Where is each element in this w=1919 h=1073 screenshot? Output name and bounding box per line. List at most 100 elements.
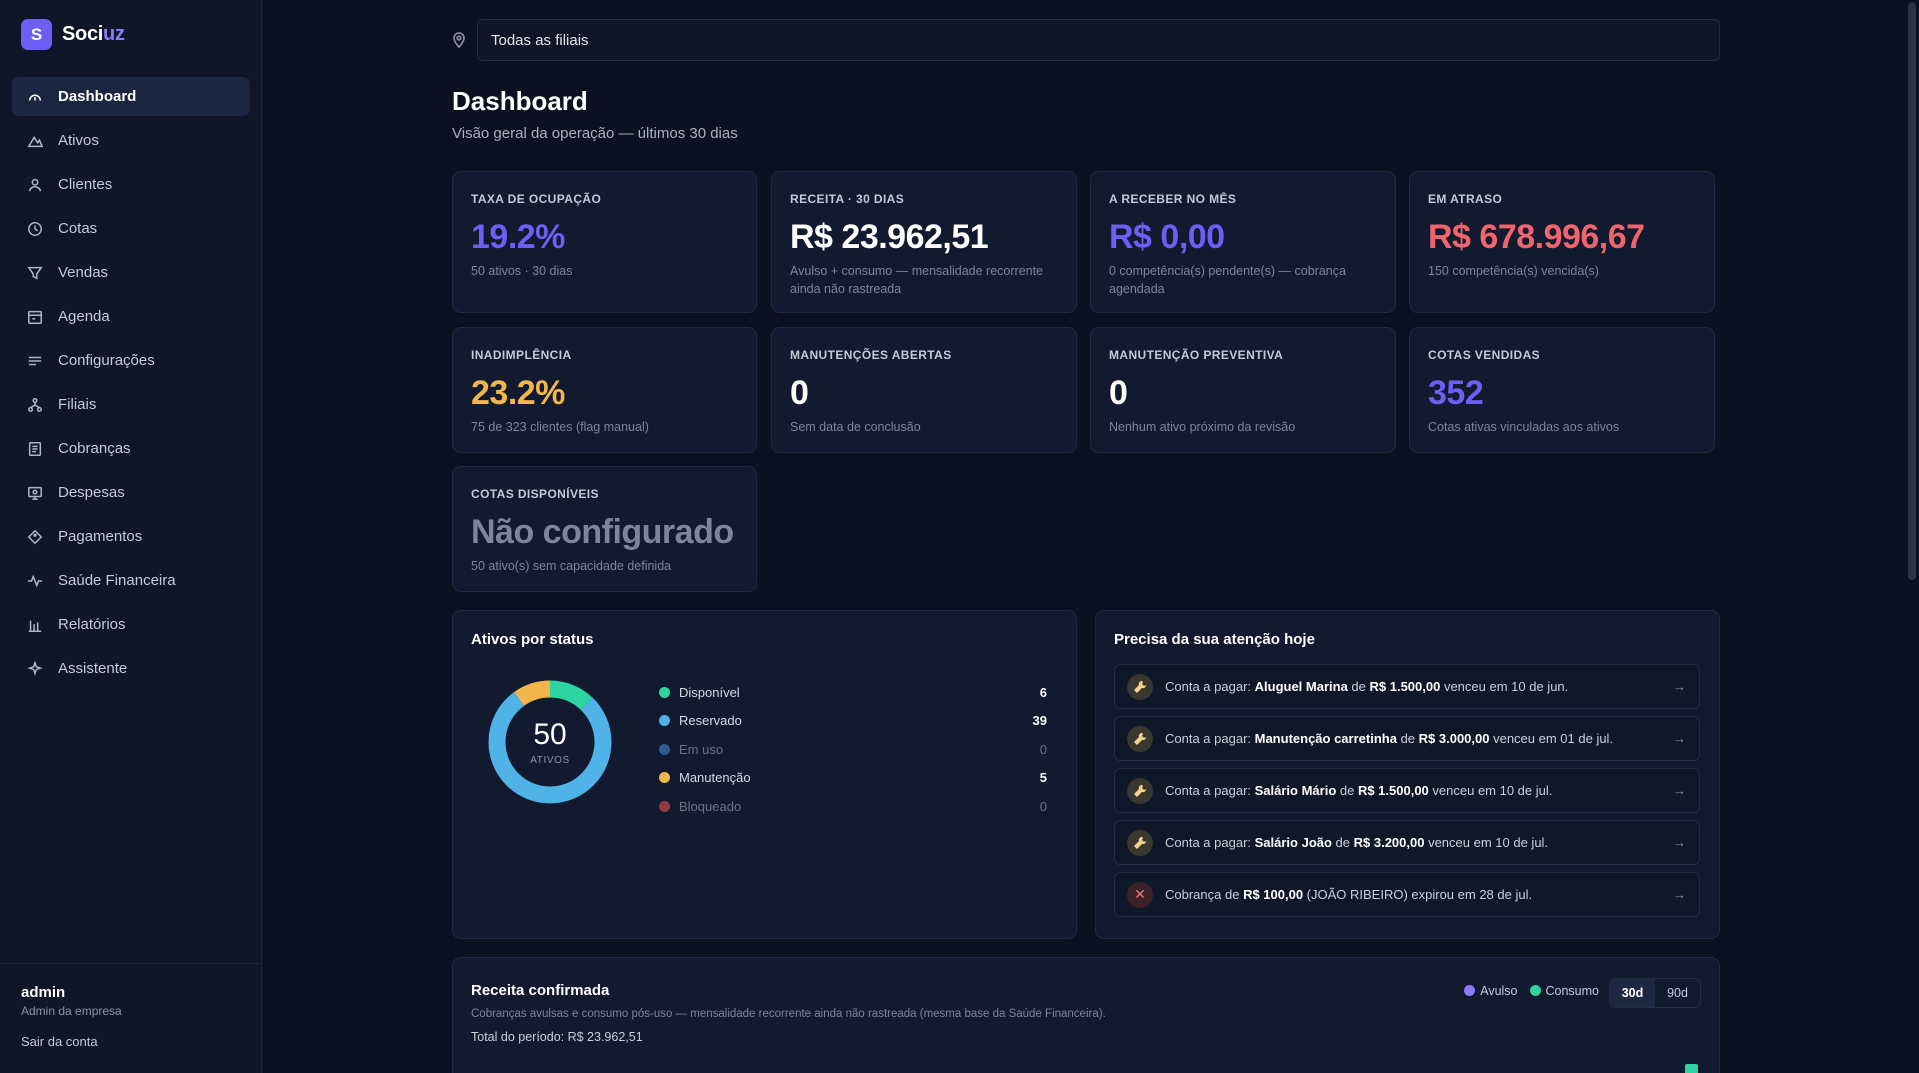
kpi-card: A RECEBER NO MÊS R$ 0,00 0 competência(s) … xyxy=(1090,171,1396,313)
revenue-bar xyxy=(1685,1064,1698,1073)
legend-dot xyxy=(659,686,670,698)
calendar-icon xyxy=(26,308,44,326)
sidebar-item-despesas[interactable]: Despesas xyxy=(12,473,250,512)
status-legend: Disponível 6 Reservado 39 Em uso 0 Manutenção 5… xyxy=(659,678,1047,821)
legend-dot xyxy=(659,715,670,727)
arrow-right-icon: → xyxy=(1673,835,1686,850)
legend-label: Em uso xyxy=(679,741,724,757)
sidebar: S Sociuz Dashboard Ativos Clientes Cotas Ven… xyxy=(0,0,262,1073)
sidebar-item-cotas[interactable]: Cotas xyxy=(12,209,250,248)
sidebar-item-agenda[interactable]: Agenda xyxy=(12,297,250,336)
kpi-description: Cotas ativas vinculadas aos ativos xyxy=(1428,420,1620,434)
kpi-description: Avulso + consumo — mensalidade recorrent… xyxy=(790,264,1044,296)
sidebar-item-relatorios[interactable]: Relatórios xyxy=(12,605,250,644)
sidebar-item-label: Configurações xyxy=(58,352,155,369)
attention-item[interactable]: ✕ Cobrança de R$ 100,00 (JOÃO RIBEIRO) ex… xyxy=(1114,872,1700,917)
attention-text: Conta a pagar: Aluguel Marina de R$ 1.50… xyxy=(1165,679,1569,694)
sidebar-item-label: Vendas xyxy=(58,264,109,281)
sidebar-item-label: Ativos xyxy=(58,132,99,149)
legend-value: 5 xyxy=(1039,770,1047,786)
arrow-right-icon: → xyxy=(1673,887,1686,902)
kpi-value: R$ 0,00 xyxy=(1109,218,1225,256)
attention-item[interactable]: Conta a pagar: Manutenção carretinha de … xyxy=(1114,716,1700,761)
page-subtitle: Visão geral da operação — últimos 30 dia… xyxy=(452,125,738,142)
legend-label: Disponível xyxy=(679,684,740,700)
legend-item: Bloqueado 0 xyxy=(659,792,1047,821)
sidebar-item-clientes[interactable]: Clientes xyxy=(12,165,250,204)
kpi-label: COTAS VENDIDAS xyxy=(1428,348,1541,362)
kpi-description: 0 competência(s) pendente(s) — cobrança … xyxy=(1109,264,1346,296)
network-icon xyxy=(26,396,44,414)
kpi-card: RECEITA · 30 DIAS R$ 23.962,51 Avulso + co… xyxy=(771,171,1077,313)
legend-dot xyxy=(659,800,670,812)
kpi-value: R$ 23.962,51 xyxy=(790,218,989,256)
range-button-90d[interactable]: 90d xyxy=(1655,979,1700,1007)
sidebar-item-pagamentos[interactable]: Pagamentos xyxy=(12,517,250,556)
legend-item: Reservado 39 xyxy=(659,707,1047,736)
sidebar-item-label: Clientes xyxy=(58,176,113,193)
kpi-description: 50 ativos · 30 dias xyxy=(471,264,573,278)
legend-label: Reservado xyxy=(679,713,742,729)
sidebar-item-saude-financeira[interactable]: Saúde Financeira xyxy=(12,561,250,600)
kpi-description: 150 competência(s) vencida(s) xyxy=(1428,264,1599,278)
kpi-description: Nenhum ativo próximo da revisão xyxy=(1109,420,1296,434)
arrow-right-icon: → xyxy=(1673,679,1686,694)
branch-select[interactable]: Todas as filiais xyxy=(477,19,1720,61)
range-button-30d[interactable]: 30d xyxy=(1610,979,1655,1007)
page-title: Dashboard xyxy=(452,86,588,116)
kpi-label: COTAS DISPONÍVEIS xyxy=(471,487,599,501)
status-donut: 50 ATIVOS xyxy=(475,667,625,817)
kpi-card: TAXA DE OCUPAÇÃO 19.2% 50 ativos · 30 dias xyxy=(452,171,757,313)
range-toggle: 30d 90d xyxy=(1609,978,1701,1008)
kpi-card: MANUTENÇÃO PREVENTIVA 0 Nenhum ativo próxi… xyxy=(1090,327,1396,453)
arrow-right-icon: → xyxy=(1673,783,1686,798)
page-scrollbar[interactable] xyxy=(1905,0,1919,1073)
legend-value: 0 xyxy=(1039,741,1047,757)
sidebar-item-label: Pagamentos xyxy=(58,528,143,545)
kpi-label: RECEITA · 30 DIAS xyxy=(790,192,905,206)
brand-name: Sociuz xyxy=(62,23,125,45)
sidebar-item-ativos[interactable]: Ativos xyxy=(12,121,250,160)
sidebar-item-dashboard[interactable]: Dashboard xyxy=(12,77,250,116)
sidebar-item-label: Saúde Financeira xyxy=(58,572,176,589)
attention-item[interactable]: Conta a pagar: Salário João de R$ 3.200,… xyxy=(1114,820,1700,865)
attention-text: Cobrança de R$ 100,00 (JOÃO RIBEIRO) exp… xyxy=(1165,887,1533,902)
sidebar-footer: admin Admin da empresa Sair da conta xyxy=(0,963,262,1071)
brand[interactable]: S Sociuz xyxy=(21,19,125,50)
sidebar-item-label: Cotas xyxy=(58,220,98,237)
scroll-thumb[interactable] xyxy=(1908,2,1916,580)
legend-value: 39 xyxy=(1032,713,1047,729)
kpi-card: COTAS DISPONÍVEIS Não configurado 50 ativo… xyxy=(452,466,757,592)
legend-label: Manutenção xyxy=(679,770,751,786)
donut-total: 50 xyxy=(533,718,567,751)
attention-list: Conta a pagar: Aluguel Marina de R$ 1.50… xyxy=(1114,664,1700,924)
sidebar-item-cobrancas[interactable]: Cobranças xyxy=(12,429,250,468)
sidebar-item-configuracoes[interactable]: Configurações xyxy=(12,341,250,380)
legend-item: Em uso 0 xyxy=(659,735,1047,764)
sidebar-item-label: Despesas xyxy=(58,484,125,501)
mountain-icon xyxy=(26,132,44,150)
receipt-icon xyxy=(26,440,44,458)
diamond-icon xyxy=(26,528,44,546)
kpi-description: 75 de 323 clientes (flag manual) xyxy=(471,420,649,434)
attention-item[interactable]: Conta a pagar: Salário Mário de R$ 1.500… xyxy=(1114,768,1700,813)
status-card-title: Ativos por status xyxy=(471,631,594,648)
sidebar-item-label: Assistente xyxy=(58,660,128,677)
attention-text: Conta a pagar: Manutenção carretinha de … xyxy=(1165,731,1614,746)
sidebar-item-assistente[interactable]: Assistente xyxy=(12,649,250,688)
attention-card: Precisa da sua atenção hoje Conta a paga… xyxy=(1095,610,1720,939)
attention-text: Conta a pagar: Salário Mário de R$ 1.500… xyxy=(1165,783,1553,798)
sidebar-item-vendas[interactable]: Vendas xyxy=(12,253,250,292)
attention-item[interactable]: Conta a pagar: Aluguel Marina de R$ 1.50… xyxy=(1114,664,1700,709)
kpi-value: 19.2% xyxy=(471,218,565,256)
sparkles-icon xyxy=(26,660,44,678)
kpi-label: MANUTENÇÃO PREVENTIVA xyxy=(1109,348,1284,362)
sidebar-item-filiais[interactable]: Filiais xyxy=(12,385,250,424)
branch-filter: Todas as filiais xyxy=(452,19,1720,61)
sidebar-item-label: Dashboard xyxy=(58,88,137,105)
logout-link[interactable]: Sair da conta xyxy=(21,1034,98,1049)
user-role: Admin da empresa xyxy=(21,1004,122,1018)
kpi-label: INADIMPLÊNCIA xyxy=(471,348,572,362)
arrow-right-icon: → xyxy=(1673,731,1686,746)
revenue-legend-item: Consumo xyxy=(1529,984,1599,998)
